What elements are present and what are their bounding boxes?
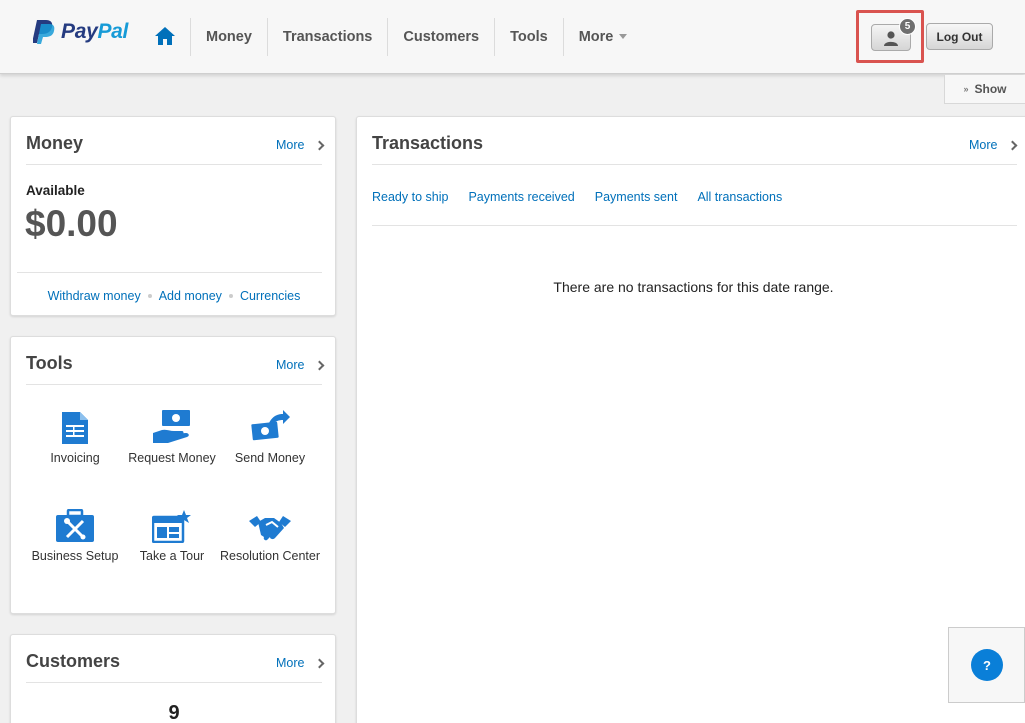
tools-more-link[interactable]: More [276,358,325,372]
tool-request-money[interactable]: Request Money [117,405,227,465]
show-toggle[interactable]: » Show [944,75,1025,104]
handshake-icon [215,503,325,543]
currencies-link[interactable]: Currencies [240,289,300,303]
tool-business-setup-label: Business Setup [31,549,119,563]
divider [26,384,322,385]
tool-take-a-tour-label: Take a Tour [139,549,205,563]
paypal-logo[interactable]: PayPal [33,18,128,46]
add-money-link[interactable]: Add money [159,289,222,303]
notification-badge: 5 [899,18,916,35]
nav-customers[interactable]: Customers [387,18,494,56]
balance-amount: $0.00 [25,203,118,244]
send-money-icon [215,405,325,445]
nav-transactions[interactable]: Transactions [266,18,387,56]
customers-card: Customers More 9 [10,634,336,723]
main-nav: Money Transactions Customers Tools More [190,18,642,56]
money-more-link[interactable]: More [276,138,325,152]
money-title: Money [26,133,84,153]
nav-more-label: More [578,29,614,45]
chevron-right-icon [315,658,325,668]
tool-send-money[interactable]: Send Money [215,405,325,465]
double-chevron-icon: » [963,84,969,94]
chevron-right-icon [315,360,325,370]
tools-card: Tools More Invoicing Request Money Send … [10,336,336,614]
request-money-icon [117,405,227,445]
tool-invoicing-label: Invoicing [50,451,100,465]
business-setup-icon [20,503,130,543]
divider [26,164,322,165]
customers-more-label: More [276,656,305,670]
chevron-right-icon [1008,140,1018,150]
tool-resolution-center[interactable]: Resolution Center [215,503,325,563]
profile-highlight: 5 [856,10,924,63]
divider [372,225,1017,226]
show-label: Show [974,82,1007,96]
caret-down-icon [619,33,628,39]
divider [26,682,322,683]
separator-dot [228,293,233,298]
tools-more-label: More [276,358,305,372]
empty-state-message: There are no transactions for this date … [553,279,834,295]
transactions-title: Transactions [372,133,484,153]
help-button[interactable]: ? [971,649,1003,681]
withdraw-money-link[interactable]: Withdraw money [48,289,141,303]
tour-icon [117,503,227,543]
nav-money[interactable]: Money [190,18,267,56]
money-card: Money More Available $0.00 Withdraw mone… [10,116,336,316]
customer-count: 9 [168,702,180,723]
tool-invoicing[interactable]: Invoicing [20,405,130,465]
tools-title: Tools [26,353,73,373]
money-more-label: More [276,138,305,152]
home-icon[interactable] [154,26,176,46]
customers-more-link[interactable]: More [276,656,325,670]
top-header: PayPal Money Transactions Customers Tool… [0,0,1025,74]
tool-resolution-center-label: Resolution Center [219,549,321,563]
nav-tools[interactable]: Tools [494,18,563,56]
tool-business-setup[interactable]: Business Setup [20,503,130,563]
divider [17,272,322,273]
nav-customers-label: Customers [403,29,480,45]
user-icon [884,30,898,46]
nav-tools-label: Tools [510,29,548,45]
tab-ready-to-ship[interactable]: Ready to ship [372,190,448,204]
transactions-card: Transactions More Ready to ship Payments… [356,116,1025,723]
nav-money-label: Money [206,29,252,45]
logo-pal: Pal [97,20,129,43]
logo-pay: Pay [61,20,98,43]
tab-payments-sent[interactable]: Payments sent [595,190,678,204]
transactions-more-link[interactable]: More [969,138,1018,152]
tab-payments-received[interactable]: Payments received [468,190,574,204]
tool-request-money-label: Request Money [128,451,216,465]
separator-dot [147,293,152,298]
divider [372,164,1017,165]
tab-all-transactions[interactable]: All transactions [697,190,782,204]
customers-title: Customers [26,651,121,671]
available-label: Available [26,183,85,198]
transaction-tabs: Ready to ship Payments received Payments… [372,190,782,204]
chevron-right-icon [315,140,325,150]
nav-transactions-label: Transactions [282,29,373,45]
invoice-icon [20,405,130,445]
money-links: Withdraw money Add money Currencies [11,287,337,305]
logout-button[interactable]: Log Out [926,23,993,50]
transactions-more-label: More [969,138,998,152]
nav-more[interactable]: More [562,18,643,56]
tool-take-a-tour[interactable]: Take a Tour [117,503,227,563]
paypal-wordmark: PayPal [61,20,128,44]
paypal-p-icon [33,20,55,44]
tool-send-money-label: Send Money [234,451,306,465]
help-panel: ? [948,627,1025,703]
